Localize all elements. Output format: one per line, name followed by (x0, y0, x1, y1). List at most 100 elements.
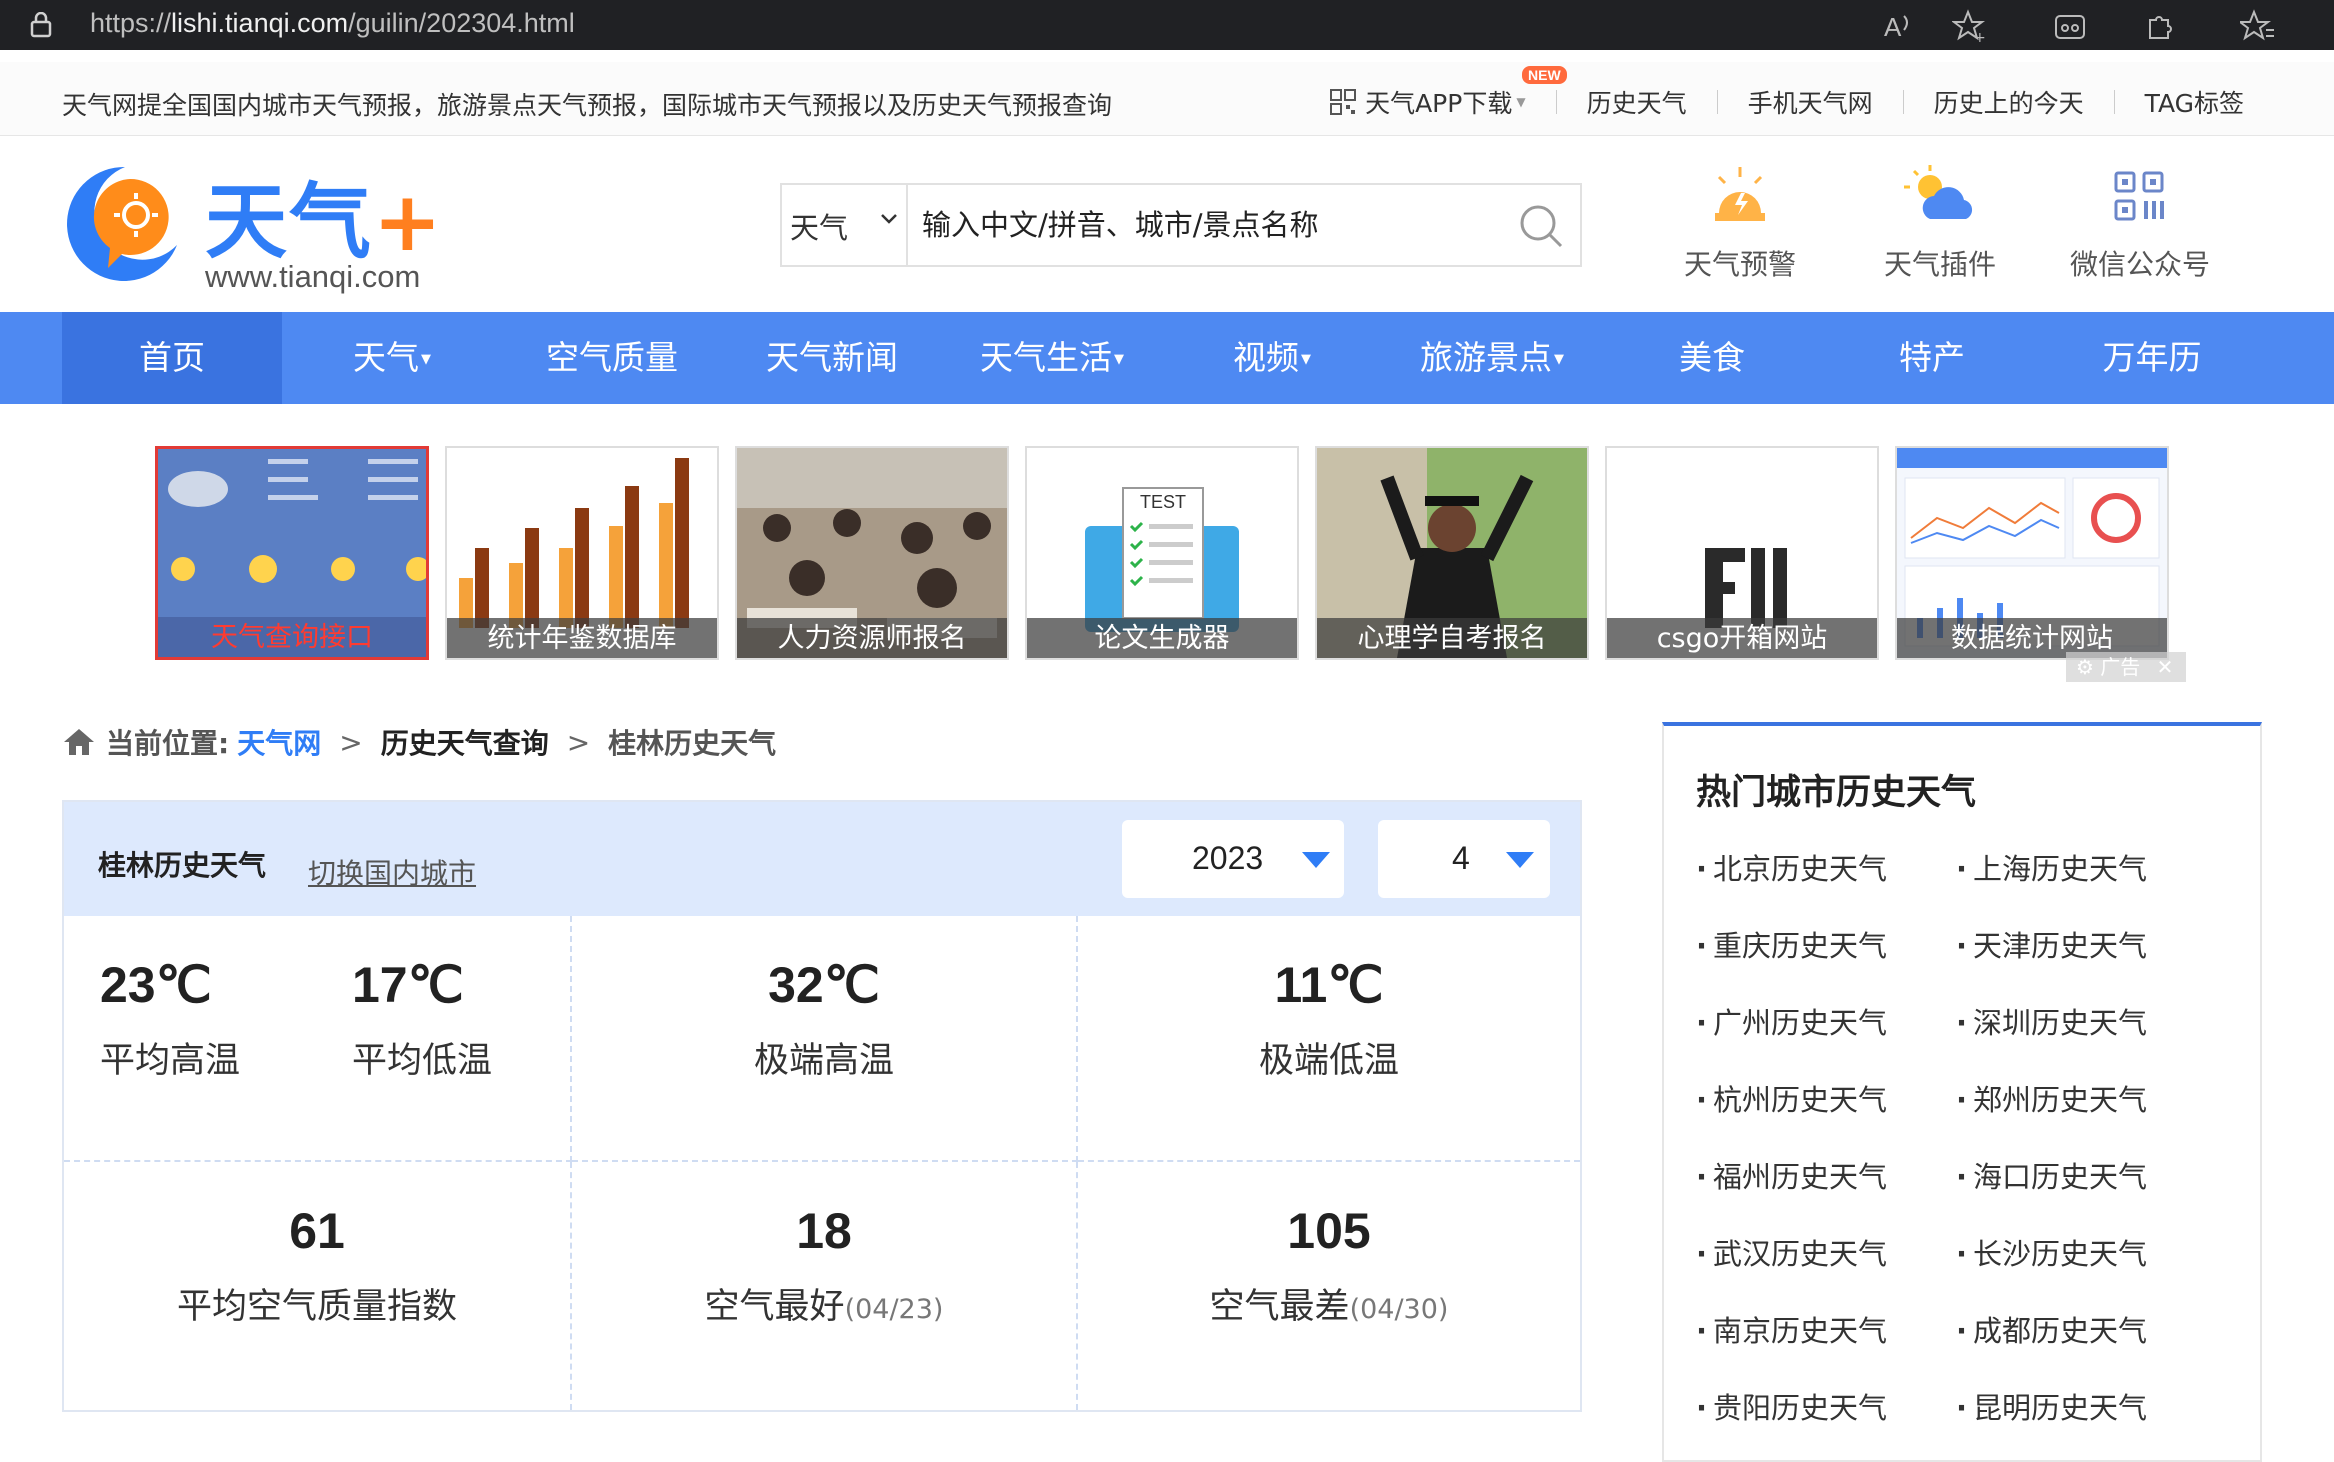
stat-label: 平均低温 (352, 1041, 493, 1081)
breadcrumb-current: 桂林历史天气 (608, 727, 777, 760)
ad-label-text: 广告 (2100, 655, 2141, 679)
top-link-tags[interactable]: TAG标签 (2145, 84, 2244, 120)
year-select[interactable]: 2023 (1122, 820, 1344, 898)
top-info-bar: 天气网提全国国内城市天气预报，旅游景点天气预报，国际城市天气预报以及历史天气预报… (0, 62, 2334, 136)
city-link[interactable]: 海口历史天气 (1956, 1154, 2147, 1196)
site-intro-text: 天气网提全国国内城市天气预报，旅游景点天气预报，国际城市天气预报以及历史天气预报… (62, 91, 1113, 120)
nav-label: 旅游景点 (1420, 338, 1552, 377)
city-link[interactable]: 昆明历史天气 (1956, 1385, 2147, 1427)
caret-down-icon: ▼ (1114, 352, 1124, 367)
stat-best-air: 18 空气最好(04/23) (572, 1162, 1078, 1410)
lock-icon (30, 12, 52, 38)
city-link[interactable]: 上海历史天气 (1956, 846, 2147, 888)
stat-label: 空气最差(04/30) (1078, 1278, 1580, 1329)
banner-data-stats[interactable]: 数据统计网站 (1895, 446, 2169, 660)
top-link-history-weather[interactable]: 历史天气 (1587, 84, 1687, 120)
stat-label: 平均高温 (100, 1041, 241, 1081)
city-link[interactable]: 深圳历史天气 (1956, 1000, 2147, 1042)
close-icon[interactable]: ✕ (2157, 655, 2174, 679)
top-link-mobile-weather[interactable]: 手机天气网 (1748, 84, 1873, 120)
nav-label: 天气 (353, 338, 419, 377)
nav-item-specialty[interactable]: 特产 (1822, 312, 2042, 404)
weather-warning-link[interactable]: 天气预警 (1640, 163, 1840, 283)
nav-item-weather[interactable]: 天气 ▼ (282, 312, 502, 404)
city-link[interactable]: 天津历史天气 (1956, 923, 2147, 965)
stat-value: 11℃ (1274, 957, 1384, 1013)
city-link[interactable]: 贵阳历史天气 (1696, 1385, 1887, 1427)
month-select[interactable]: 4 (1378, 820, 1550, 898)
weather-widget-link[interactable]: 天气插件 (1840, 163, 2040, 283)
nav-item-air-quality[interactable]: 空气质量 (502, 312, 722, 404)
stat-value: 18 (796, 1203, 852, 1259)
nav-item-video[interactable]: 视频 ▼ (1162, 312, 1382, 404)
city-link[interactable]: 郑州历史天气 (1956, 1077, 2147, 1119)
city-link[interactable]: 成都历史天气 (1956, 1308, 2147, 1350)
nav-item-food[interactable]: 美食 (1602, 312, 1822, 404)
stat-label: 极端低温 (1258, 1041, 1399, 1081)
dropdown-caret-icon: ▼ (1516, 95, 1526, 109)
banner-paper-generator[interactable]: TEST 论文生成器 (1025, 446, 1299, 660)
banner-caption: 心理学自考报名 (1317, 618, 1587, 658)
divider (2113, 90, 2115, 114)
switch-city-link[interactable]: 切换国内城市 (308, 852, 476, 892)
nav-item-weather-news[interactable]: 天气新闻 (722, 312, 942, 404)
new-badge: NEW (1522, 66, 1567, 84)
test-label: TEST (1140, 492, 1186, 512)
city-link[interactable]: 重庆历史天气 (1696, 923, 1887, 965)
month-value: 4 (1452, 840, 1470, 876)
banner-psychology-exam[interactable]: 心理学自考报名 (1315, 446, 1589, 660)
sidebar-title: 热门城市历史天气 (1696, 773, 1977, 813)
banner-weather-api[interactable]: 天气查询接口 (155, 446, 429, 660)
ad-label[interactable]: ⚙ 广告 ✕ (2066, 652, 2186, 682)
extensions-icon[interactable] (2142, 8, 2178, 44)
stat-avg-temps: 23℃ 平均高温 17℃ 平均低温 (64, 916, 572, 1162)
banner-caption: 统计年鉴数据库 (447, 618, 717, 658)
city-link[interactable]: 南京历史天气 (1696, 1308, 1887, 1350)
breadcrumb-home-link[interactable]: 天气网 (237, 722, 321, 762)
add-favorite-icon[interactable]: + (1952, 8, 1988, 44)
banner-csgo-site[interactable]: csgo开箱网站 (1605, 446, 1879, 660)
favorites-icon[interactable] (2240, 8, 2276, 44)
stat-avg-high: 23℃ 平均高温 (100, 956, 240, 1083)
nav-label: 视频 (1233, 338, 1299, 377)
city-link[interactable]: 福州历史天气 (1696, 1154, 1887, 1196)
caret-down-icon: ▼ (1554, 352, 1564, 367)
banner-statistics-db[interactable]: 统计年鉴数据库 (445, 446, 719, 660)
top-link-today-in-history[interactable]: 历史上的今天 (1934, 84, 2084, 120)
city-link[interactable]: 长沙历史天气 (1956, 1231, 2147, 1273)
search-type-value: 天气 (790, 211, 849, 245)
search-type-select[interactable]: 天气 (782, 185, 908, 265)
stat-label: 空气最好(04/23) (572, 1278, 1076, 1329)
nav-item-home[interactable]: 首页 (62, 312, 282, 404)
url-field[interactable]: https://lishi.tianqi.com/guilin/202304.h… (90, 8, 575, 39)
wechat-account-link[interactable]: 微信公众号 (2040, 163, 2240, 283)
home-icon (64, 729, 94, 755)
url-host: lishi.tianqi.com (171, 8, 349, 38)
banner-caption: 人力资源师报名 (737, 618, 1007, 658)
app-download-link[interactable]: 天气APP下载 (1365, 84, 1512, 120)
warning-icon (1715, 167, 1765, 221)
site-logo[interactable]: 天气+ www.tianqi.com (60, 159, 480, 294)
city-link[interactable]: 广州历史天气 (1696, 1000, 1887, 1042)
stat-min-low: 11℃ 极端低温 (1078, 916, 1580, 1162)
nav-label: 天气新闻 (766, 338, 898, 377)
nav-item-travel[interactable]: 旅游景点 ▼ (1382, 312, 1602, 404)
breadcrumb-section-link[interactable]: 历史天气查询 (381, 722, 549, 762)
header-icons: 天气预警 天气插件 微信公众号 (1640, 163, 2240, 283)
tab-icon[interactable] (2052, 8, 2088, 44)
nav-item-calendar[interactable]: 万年历 (2042, 312, 2262, 404)
divider (1716, 90, 1718, 114)
url-prefix: https:// (90, 8, 172, 38)
nav-item-weather-life[interactable]: 天气生活 ▼ (942, 312, 1162, 404)
nav-label: 天气生活 (980, 338, 1112, 377)
breadcrumb-prefix: 当前位置: (106, 727, 230, 760)
settings-icon: ⚙ (2076, 655, 2094, 679)
search-input[interactable] (922, 199, 1502, 251)
read-aloud-icon[interactable]: A (1880, 8, 1916, 44)
search-icon[interactable] (1518, 203, 1564, 249)
banner-hr-registration[interactable]: 人力资源师报名 (735, 446, 1009, 660)
top-links: 天气APP下载 ▼ 历史天气 手机天气网 历史上的今天 TAG标签 (1329, 84, 2244, 120)
city-link[interactable]: 北京历史天气 (1696, 846, 1887, 888)
city-link[interactable]: 杭州历史天气 (1696, 1077, 1887, 1119)
city-link[interactable]: 武汉历史天气 (1696, 1231, 1887, 1273)
